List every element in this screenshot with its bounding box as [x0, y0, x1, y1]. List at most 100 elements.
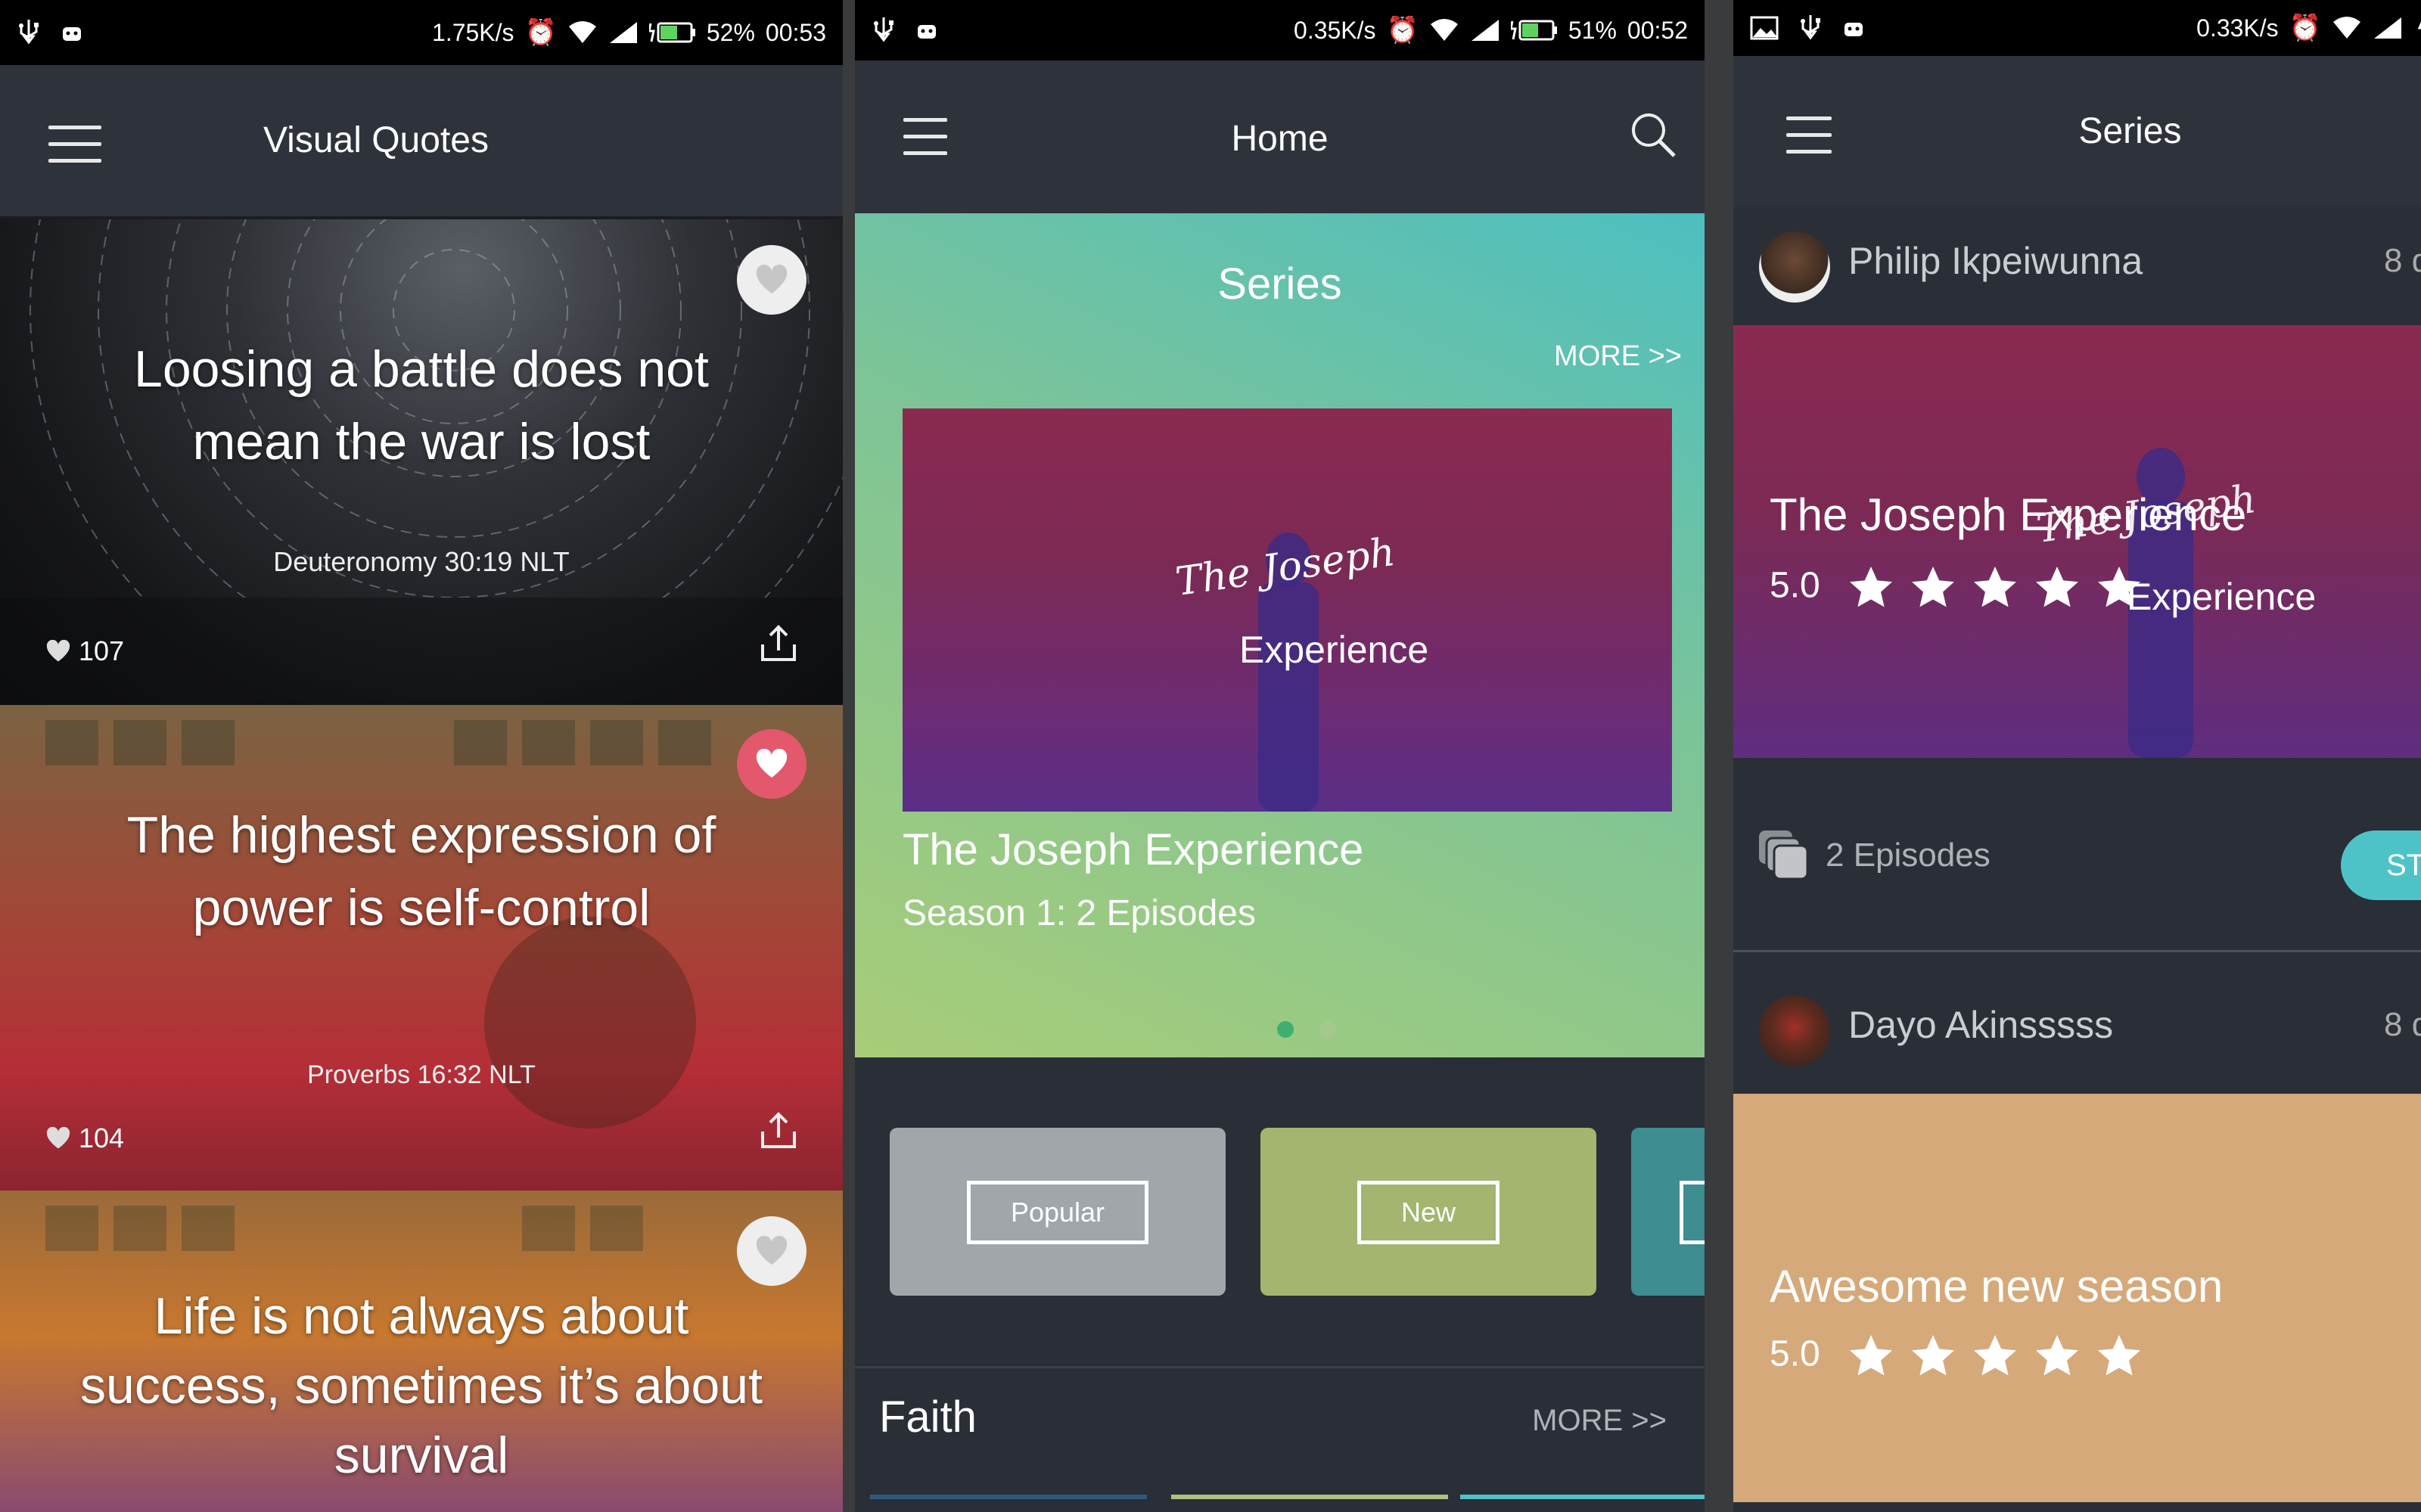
- status-bar: 1.75K/s ⏰ 52% 00:53: [0, 0, 843, 65]
- usb-icon: [19, 20, 39, 45]
- battery-icon: [648, 22, 695, 43]
- series-title: Awesome new season: [1770, 1261, 2224, 1312]
- like-count-value: 107: [79, 635, 125, 666]
- section-title: Series: [1217, 259, 1342, 309]
- wifi-icon: [2333, 17, 2360, 39]
- faith-tab-indicator: [870, 1495, 1147, 1499]
- divider: [855, 1366, 1705, 1368]
- search-icon[interactable]: [1629, 110, 1677, 159]
- start-button-label: ST: [2386, 849, 2421, 882]
- network-speed: 0.33K/s: [2196, 14, 2279, 42]
- android-icon: [1844, 23, 1863, 36]
- author-name[interactable]: Dayo Akinsssss: [1848, 1003, 2113, 1047]
- author-name[interactable]: Philip Ikpeiwunna: [1848, 239, 2143, 283]
- rating: 5.0: [1770, 564, 2143, 611]
- image-icon: [1750, 16, 1779, 40]
- star-icon: [1974, 567, 2017, 607]
- charging-icon: [2417, 21, 2421, 29]
- episodes-count: 2 Episodes: [1826, 837, 1991, 874]
- alarm-icon: ⏰: [1386, 16, 1419, 45]
- category-card-popular[interactable]: Popular: [890, 1128, 1226, 1296]
- visual-quotes-screen: 1.75K/s ⏰ 52% 00:53 Visual Quotes Loosin…: [0, 0, 843, 1512]
- series-card-artwork[interactable]: The Joseph Experience The Joseph Experie…: [1733, 325, 2421, 758]
- item-title[interactable]: The Joseph Experience: [903, 824, 1363, 875]
- page-title: Series: [2078, 111, 2182, 151]
- quote-card[interactable]: The highest expression of power is self-…: [0, 705, 843, 1191]
- quote-card[interactable]: Life is not always about success, someti…: [0, 1191, 843, 1512]
- category-card-new[interactable]: New: [1260, 1128, 1596, 1296]
- category-label: [1680, 1181, 1705, 1244]
- wifi-icon: [568, 21, 596, 43]
- like-count: 104: [45, 1122, 124, 1154]
- battery-icon: [1510, 20, 1557, 41]
- carousel-dot-active[interactable]: [1277, 1021, 1294, 1038]
- like-count: 107: [45, 635, 124, 667]
- avatar[interactable]: [1759, 995, 1830, 1066]
- category-label: New: [1357, 1181, 1500, 1244]
- series-card-artwork[interactable]: Awesome new season 5.0: [1733, 1094, 2421, 1502]
- quote-reference: Proverbs 16:32 NLT: [307, 1060, 536, 1089]
- episodes-stack-icon: [1759, 831, 1809, 880]
- android-icon: [63, 27, 81, 41]
- network-speed: 0.35K/s: [1294, 16, 1376, 44]
- like-count-value: 104: [79, 1122, 125, 1153]
- item-subtitle: Season 1: 2 Episodes: [903, 893, 1256, 933]
- star-icon: [1912, 1335, 1955, 1376]
- network-speed: 1.75K/s: [432, 18, 514, 46]
- star-icon: [1912, 567, 1955, 607]
- start-button[interactable]: ST: [2341, 831, 2421, 900]
- heart-icon: [46, 640, 70, 662]
- page-title: Visual Quotes: [263, 120, 489, 160]
- workshop-image: [45, 720, 711, 1129]
- star-icon: [1850, 567, 1893, 607]
- signal-icon: [1471, 20, 1499, 41]
- post-header: Dayo Akinsssss 8 d: [1733, 955, 2421, 1070]
- status-bar: 0.35K/s ⏰ 51% 00:52: [855, 0, 1705, 61]
- battery-level: 51%: [1568, 16, 1617, 44]
- series-artwork[interactable]: The Joseph Experience: [903, 408, 1672, 812]
- faith-tab-indicator: [1171, 1495, 1448, 1499]
- avatar[interactable]: [1759, 231, 1830, 303]
- quote-card[interactable]: Loosing a battle does not mean the war i…: [0, 219, 843, 705]
- heart-icon: [46, 1127, 70, 1149]
- alarm-icon: ⏰: [524, 18, 557, 47]
- rating-stars: [1847, 1333, 2143, 1380]
- wifi-icon: [1430, 19, 1458, 41]
- star-icon: [2036, 567, 2079, 607]
- share-icon[interactable]: [758, 623, 799, 664]
- battery-level: 52%: [706, 18, 755, 46]
- signal-icon: [2374, 17, 2401, 39]
- divider: [1733, 950, 2421, 952]
- star-icon: [1850, 1335, 1893, 1376]
- category-card[interactable]: [1631, 1128, 1705, 1296]
- app-bar: Series: [1733, 56, 2421, 207]
- star-icon: [2098, 567, 2141, 607]
- category-label: Popular: [967, 1181, 1148, 1244]
- home-screen: 0.35K/s ⏰ 51% 00:52 Home Series MORE >> …: [855, 0, 1705, 1512]
- quote-text: Life is not always about success, someti…: [80, 1287, 763, 1484]
- star-icon: [2098, 1335, 2141, 1376]
- faith-section-title: Faith: [879, 1392, 977, 1442]
- heart-icon: [756, 749, 788, 778]
- artwork-word: Experience: [2127, 576, 2317, 618]
- featured-series-banner: Series MORE >> The Joseph Experience The…: [855, 213, 1705, 1057]
- post-time: 8 d: [2384, 1006, 2421, 1043]
- share-icon[interactable]: [758, 1110, 799, 1151]
- carousel-dot[interactable]: [1319, 1021, 1336, 1038]
- rating: 5.0: [1770, 1333, 2143, 1380]
- favorite-button[interactable]: [737, 245, 806, 315]
- android-icon: [918, 25, 936, 39]
- heart-icon: [756, 1236, 788, 1265]
- quote-reference: Deuteronomy 30:19 NLT: [273, 546, 570, 577]
- artwork-word: Experience: [1239, 629, 1429, 671]
- faith-more-link[interactable]: MORE >>: [1532, 1404, 1667, 1438]
- rating-stars: [1847, 564, 2143, 611]
- favorite-button[interactable]: [737, 729, 806, 799]
- more-link[interactable]: MORE >>: [1554, 340, 1682, 373]
- rating-value: 5.0: [1770, 1333, 1820, 1374]
- faith-tab-indicator: [1460, 1495, 1705, 1499]
- signal-icon: [609, 22, 637, 43]
- star-icon: [1974, 1335, 2017, 1376]
- status-bar: 0.33K/s ⏰: [1733, 0, 2421, 56]
- favorite-button[interactable]: [737, 1216, 806, 1286]
